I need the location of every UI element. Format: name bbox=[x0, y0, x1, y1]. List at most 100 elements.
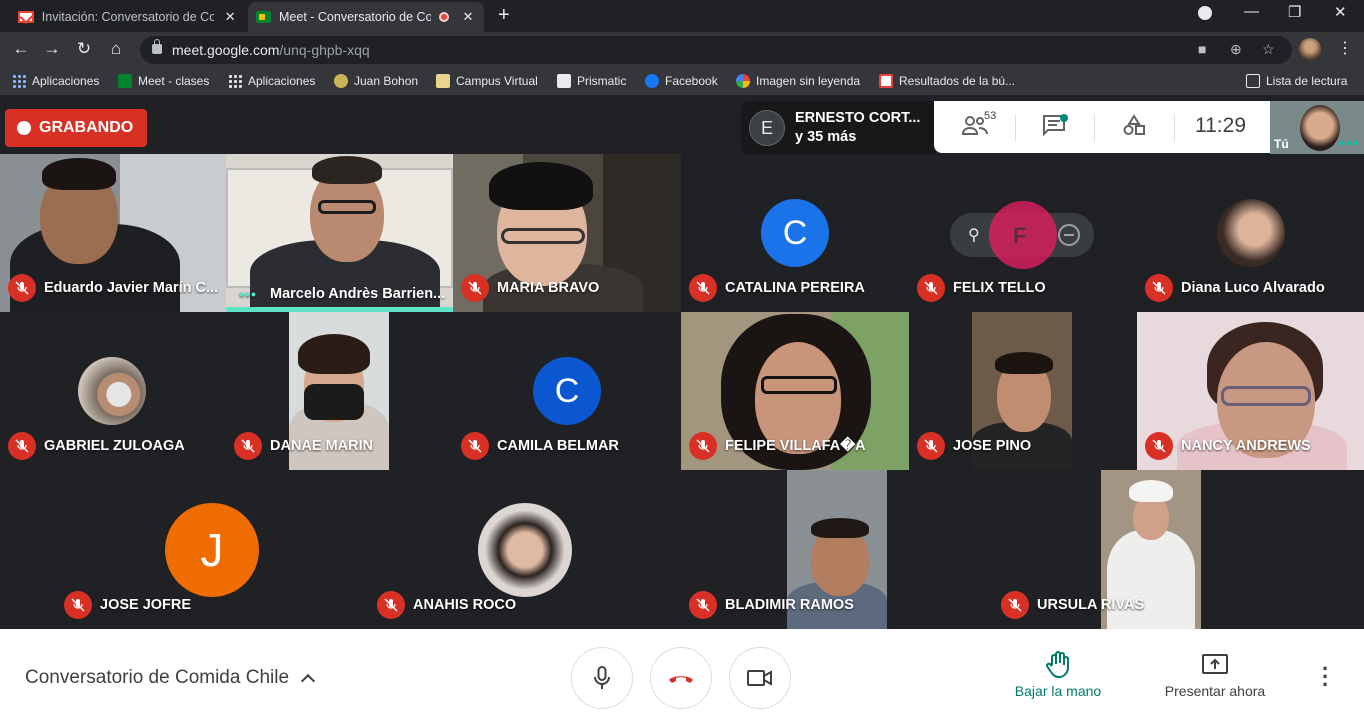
meet-icon bbox=[118, 74, 132, 88]
bookmark-item[interactable]: Resultados de la bú... bbox=[879, 74, 1015, 88]
participant-tile[interactable]: GABRIEL ZULOAGA bbox=[0, 312, 226, 470]
avatar: J bbox=[165, 503, 259, 597]
glasses bbox=[501, 228, 585, 244]
participants-count: 53 bbox=[984, 110, 997, 122]
meeting-info-bar: 53 11:29 bbox=[934, 101, 1270, 153]
meet-icon bbox=[256, 11, 271, 23]
browser-menu-icon[interactable]: ⋮ bbox=[1337, 38, 1353, 58]
bookmark-item[interactable]: Facebook bbox=[645, 74, 718, 88]
bookmark-item[interactable]: Prismatic bbox=[557, 74, 626, 88]
avatar: C bbox=[533, 357, 601, 425]
bookmark-item[interactable]: Aplicaciones bbox=[12, 74, 99, 88]
home-button[interactable]: ⌂ bbox=[105, 39, 127, 59]
participant-tile[interactable]: ANAHIS ROCO bbox=[369, 470, 681, 629]
participant-name: Marcelo Andrès Barrien... bbox=[270, 286, 446, 302]
leave-call-button[interactable] bbox=[650, 647, 712, 709]
pin-icon[interactable]: ⚲ bbox=[968, 225, 980, 245]
raise-hand-icon bbox=[1046, 651, 1069, 678]
gmail-icon bbox=[879, 74, 893, 88]
activities-icon[interactable] bbox=[1122, 114, 1146, 142]
participant-name: DANAE MARIN bbox=[270, 438, 374, 454]
divider bbox=[1015, 115, 1016, 141]
speaking-indicator-icon: ●●● bbox=[1338, 138, 1360, 149]
close-window-button[interactable]: ✕ bbox=[1334, 3, 1347, 21]
site-icon bbox=[334, 74, 348, 88]
participant-tile[interactable]: MARIA BRAVO bbox=[453, 154, 681, 312]
bookmark-item[interactable]: Campus Virtual bbox=[436, 74, 538, 88]
mute-participant-button[interactable]: F bbox=[989, 201, 1057, 269]
tile-hover-controls: ⚲ F bbox=[950, 201, 1094, 269]
meeting-details-button[interactable]: Conversatorio de Comida Chile bbox=[25, 667, 316, 689]
reading-list-button[interactable]: Lista de lectura bbox=[1246, 74, 1347, 88]
participant-tile[interactable]: URSULA RIVAS bbox=[993, 470, 1307, 629]
participant-tile[interactable]: BLADIMIR RAMOS bbox=[681, 470, 993, 629]
participant-tile[interactable]: JOSE PINO bbox=[909, 312, 1137, 470]
camera-icon[interactable]: ■ bbox=[1198, 41, 1206, 57]
restore-button[interactable]: ❐ bbox=[1288, 3, 1301, 21]
tab-search-button[interactable] bbox=[1198, 6, 1212, 20]
remove-participant-icon[interactable] bbox=[1058, 224, 1080, 246]
face-mask bbox=[304, 384, 364, 420]
divider bbox=[1094, 115, 1095, 141]
close-icon[interactable]: ✕ bbox=[460, 9, 476, 25]
forward-button[interactable]: → bbox=[41, 39, 63, 59]
microphone-icon bbox=[594, 666, 610, 689]
participant-tile[interactable]: C CAMILA BELMAR bbox=[453, 312, 681, 470]
profile-avatar[interactable] bbox=[1299, 38, 1321, 60]
present-now-button[interactable]: Presentar ahora bbox=[1160, 651, 1270, 699]
bookmark-item[interactable]: Imagen sin leyenda bbox=[736, 74, 860, 88]
participant-name: GABRIEL ZULOAGA bbox=[44, 438, 185, 454]
reading-list-icon bbox=[1246, 74, 1260, 88]
mic-off-icon bbox=[8, 274, 36, 302]
participant-tile[interactable]: FELIPE VILLAFA�A bbox=[681, 312, 909, 470]
apps-grid-icon bbox=[228, 74, 242, 88]
participant-tile[interactable]: Eduardo Javier Marín C... bbox=[0, 154, 226, 312]
recording-badge[interactable]: GRABANDO bbox=[5, 109, 147, 147]
bookmark-item[interactable]: Aplicaciones bbox=[228, 74, 315, 88]
bookmark-star-icon[interactable]: ☆ bbox=[1262, 41, 1275, 58]
presenter-more: y 35 más bbox=[795, 129, 857, 145]
participant-tile-speaking[interactable]: ••• Marcelo Andrès Barrien... bbox=[226, 154, 453, 312]
address-bar[interactable]: meet.google.com/unq-ghpb-xqq ■ ⊕ ☆ bbox=[140, 36, 1292, 64]
mic-off-icon bbox=[234, 432, 262, 460]
browser-toolbar: ← → ↻ ⌂ meet.google.com/unq-ghpb-xqq ■ ⊕… bbox=[0, 32, 1364, 68]
new-tab-button[interactable]: + bbox=[498, 4, 510, 27]
camera-button[interactable] bbox=[729, 647, 791, 709]
url-text: meet.google.com/unq-ghpb-xqq bbox=[172, 42, 370, 58]
participant-tile[interactable]: C CATALINA PEREIRA bbox=[681, 154, 909, 312]
minimize-button[interactable]: — bbox=[1244, 3, 1259, 20]
mic-off-icon bbox=[689, 274, 717, 302]
avatar: C bbox=[761, 199, 829, 267]
participant-name: Diana Luco Alvarado bbox=[1181, 280, 1325, 296]
speaking-indicator-icon: ••• bbox=[239, 286, 257, 302]
meeting-title: Conversatorio de Comida Chile bbox=[25, 667, 290, 688]
close-icon[interactable]: ✕ bbox=[222, 9, 238, 25]
chevron-up-icon bbox=[300, 673, 316, 689]
participant-name: NANCY ANDREWS bbox=[1181, 438, 1311, 454]
glasses bbox=[761, 376, 837, 394]
reload-button[interactable]: ↻ bbox=[73, 39, 95, 59]
mic-off-icon bbox=[917, 274, 945, 302]
glasses bbox=[318, 200, 376, 214]
microphone-button[interactable] bbox=[571, 647, 633, 709]
mic-off-icon bbox=[461, 274, 489, 302]
site-icon bbox=[436, 74, 450, 88]
participant-tile[interactable]: DANAE MARIN bbox=[226, 312, 453, 470]
bookmark-item[interactable]: Meet - clases bbox=[118, 74, 209, 88]
participant-name: JOSE PINO bbox=[953, 438, 1032, 454]
avatar bbox=[478, 503, 572, 597]
participant-tile[interactable]: Diana Luco Alvarado bbox=[1137, 154, 1364, 312]
self-view-tile[interactable]: Tú ●●● bbox=[1270, 101, 1364, 155]
bookmark-item[interactable]: Juan Bohon bbox=[334, 74, 418, 88]
participant-tile[interactable]: NANCY ANDREWS bbox=[1137, 312, 1364, 470]
tab-gmail-invitation[interactable]: Invitación: Conversatorio de Com ✕ bbox=[10, 2, 246, 32]
zoom-icon[interactable]: ⊕ bbox=[1230, 41, 1242, 58]
more-options-icon[interactable]: · · · bbox=[1322, 658, 1329, 696]
lower-hand-button[interactable]: Bajar la mano bbox=[1010, 651, 1106, 699]
tab-meet[interactable]: Meet - Conversatorio de Cor ✕ bbox=[248, 2, 484, 32]
mic-off-icon bbox=[461, 432, 489, 460]
back-button[interactable]: ← bbox=[10, 39, 32, 59]
participant-name: JOSE JOFRE bbox=[100, 597, 192, 613]
presenter-indicator[interactable]: E ERNESTO CORT... y 35 más bbox=[741, 101, 936, 155]
participant-tile[interactable]: J JOSE JOFRE bbox=[56, 470, 368, 629]
